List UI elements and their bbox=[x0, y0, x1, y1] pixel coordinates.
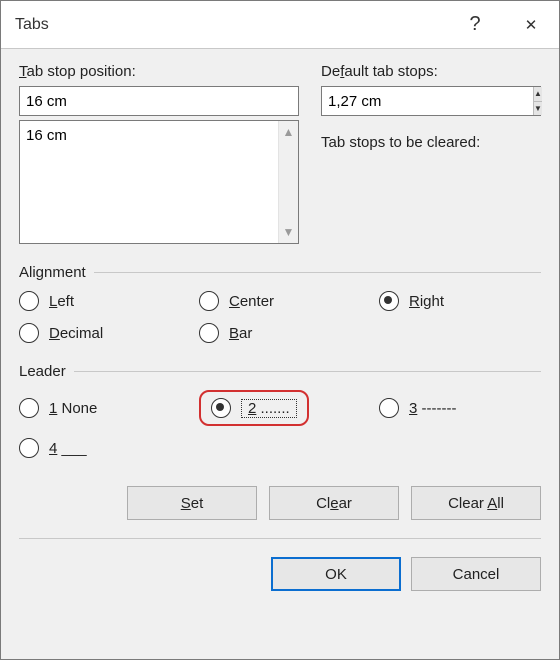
alignment-decimal-radio[interactable]: Decimal bbox=[19, 323, 199, 343]
default-tab-stops-label: Default tab stops: bbox=[321, 63, 541, 80]
clear-button[interactable]: Clear bbox=[269, 486, 399, 520]
titlebar: Tabs ? ✕ bbox=[1, 1, 559, 49]
help-button[interactable]: ? bbox=[447, 1, 503, 49]
default-tab-stops-input[interactable] bbox=[322, 87, 533, 115]
chevron-down-icon: ▼ bbox=[283, 225, 295, 239]
leader-2-dotted-radio[interactable]: 2 ....... bbox=[211, 398, 297, 418]
set-button[interactable]: Set bbox=[127, 486, 257, 520]
tab-stop-position-label: Tab stop position: bbox=[19, 63, 299, 80]
clear-all-button[interactable]: Clear All bbox=[411, 486, 541, 520]
cancel-button[interactable]: Cancel bbox=[411, 557, 541, 591]
alignment-bar-radio[interactable]: Bar bbox=[199, 323, 379, 343]
leader-section-header: Leader bbox=[19, 363, 541, 380]
close-button[interactable]: ✕ bbox=[503, 1, 559, 49]
tab-stop-position-input[interactable] bbox=[19, 86, 299, 116]
ok-button[interactable]: OK bbox=[271, 557, 401, 591]
leader-4-underline-radio[interactable]: 4 ___ bbox=[19, 438, 199, 458]
dialog-content: Tab stop position: 16 cm ▲ ▼ Default tab… bbox=[1, 49, 559, 605]
tab-stops-cleared-label: Tab stops to be cleared: bbox=[321, 134, 541, 151]
close-icon: ✕ bbox=[525, 16, 538, 34]
list-item[interactable]: 16 cm bbox=[26, 125, 292, 146]
dialog-title: Tabs bbox=[15, 16, 447, 34]
spinner-up-button[interactable]: ▲ bbox=[534, 87, 542, 102]
chevron-up-icon: ▲ bbox=[283, 125, 295, 139]
leader-1-none-radio[interactable]: 1 None bbox=[19, 390, 199, 426]
tab-stop-listbox[interactable]: 16 cm ▲ ▼ bbox=[19, 120, 299, 244]
leader-3-dashed-radio[interactable]: 3 ------- bbox=[379, 390, 539, 426]
scrollbar[interactable]: ▲ ▼ bbox=[278, 121, 298, 243]
alignment-left-radio[interactable]: Left bbox=[19, 291, 199, 311]
default-tab-stops-spinner[interactable]: ▲ ▼ bbox=[321, 86, 541, 116]
spinner-down-button[interactable]: ▼ bbox=[534, 102, 542, 116]
alignment-section-header: Alignment bbox=[19, 264, 541, 281]
alignment-center-radio[interactable]: Center bbox=[199, 291, 379, 311]
alignment-right-radio[interactable]: Right bbox=[379, 291, 539, 311]
leader-2-highlight: 2 ....... bbox=[199, 390, 309, 426]
